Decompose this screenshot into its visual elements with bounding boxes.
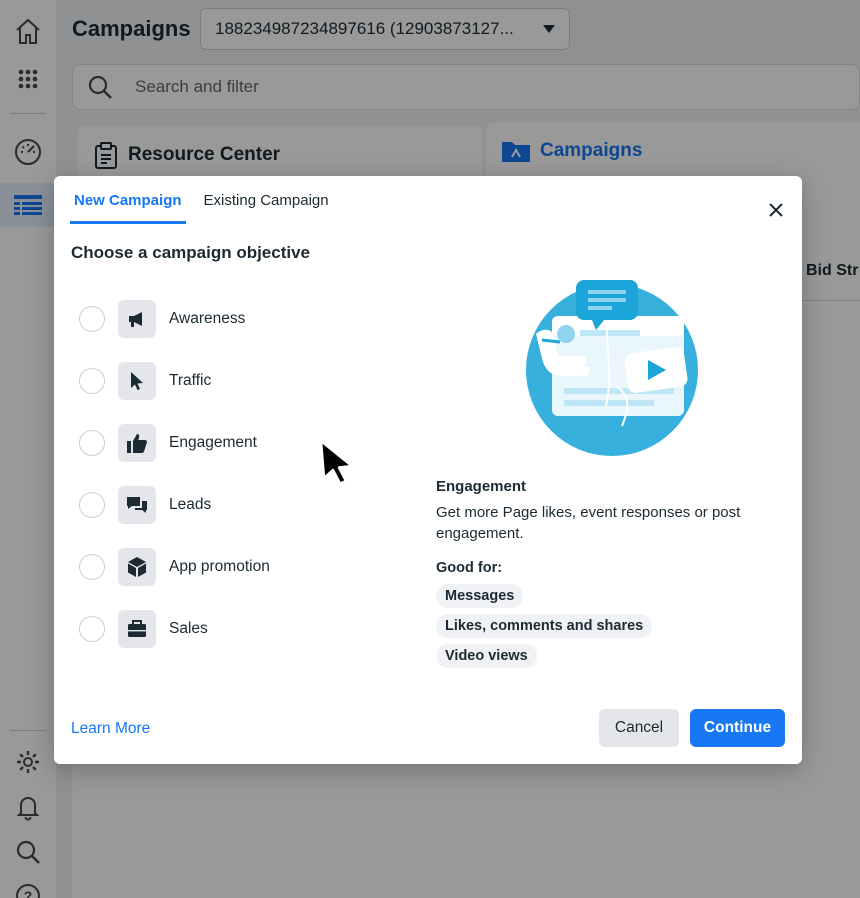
objective-engagement[interactable]: Engagement	[79, 412, 409, 474]
good-for-list: Messages Likes, comments and shares Vide…	[436, 584, 766, 674]
create-campaign-dialog: New Campaign Existing Campaign Choose a …	[54, 176, 802, 764]
objective-list: Awareness Traffic Engagement Leads App p…	[79, 288, 409, 660]
close-icon	[769, 203, 783, 217]
objective-icon-box	[118, 548, 156, 586]
close-button[interactable]	[764, 198, 788, 222]
tab-new-campaign[interactable]: New Campaign	[70, 176, 186, 224]
continue-button[interactable]: Continue	[690, 709, 785, 747]
cursor-icon	[131, 372, 143, 390]
objective-icon-box	[118, 610, 156, 648]
objective-radio[interactable]	[79, 430, 105, 456]
objective-heading: Choose a campaign objective	[71, 243, 311, 262]
objective-app-promotion[interactable]: App promotion	[79, 536, 409, 598]
good-for-chip: Likes, comments and shares	[436, 614, 653, 638]
dialog-tabs: New Campaign Existing Campaign	[70, 176, 347, 224]
good-for-chip: Messages	[436, 584, 524, 608]
objective-radio[interactable]	[79, 306, 105, 332]
objective-detail-description: Get more Page likes, event responses or …	[436, 504, 741, 542]
objective-label: Traffic	[169, 372, 212, 389]
objective-awareness[interactable]: Awareness	[79, 288, 409, 350]
chat-bubbles-icon	[127, 497, 147, 513]
objective-icon-box	[118, 300, 156, 338]
objective-label: App promotion	[169, 558, 270, 575]
objective-radio[interactable]	[79, 492, 105, 518]
objective-leads[interactable]: Leads	[79, 474, 409, 536]
objective-label: Sales	[169, 620, 208, 637]
briefcase-icon	[128, 620, 146, 637]
objective-detail-title: Engagement	[436, 478, 527, 495]
good-for-label: Good for:	[436, 560, 503, 576]
cancel-button[interactable]: Cancel	[599, 709, 679, 747]
good-for-chip: Video views	[436, 644, 537, 668]
objective-icon-box	[118, 424, 156, 462]
objective-label: Engagement	[169, 434, 257, 451]
objective-label: Leads	[169, 496, 212, 513]
objective-icon-box	[118, 362, 156, 400]
cube-icon	[128, 557, 146, 577]
learn-more-link[interactable]: Learn More	[71, 720, 150, 738]
objective-label: Awareness	[169, 310, 246, 327]
objective-radio[interactable]	[79, 368, 105, 394]
objective-icon-box	[118, 486, 156, 524]
objective-radio[interactable]	[79, 616, 105, 642]
objective-traffic[interactable]: Traffic	[79, 350, 409, 412]
mouse-pointer-icon	[319, 439, 354, 484]
tab-existing-campaign[interactable]: Existing Campaign	[200, 176, 333, 224]
megaphone-icon	[129, 312, 142, 327]
objective-sales[interactable]: Sales	[79, 598, 409, 660]
engagement-illustration	[526, 280, 698, 456]
objective-radio[interactable]	[79, 554, 105, 580]
thumbs-up-icon	[127, 434, 147, 453]
